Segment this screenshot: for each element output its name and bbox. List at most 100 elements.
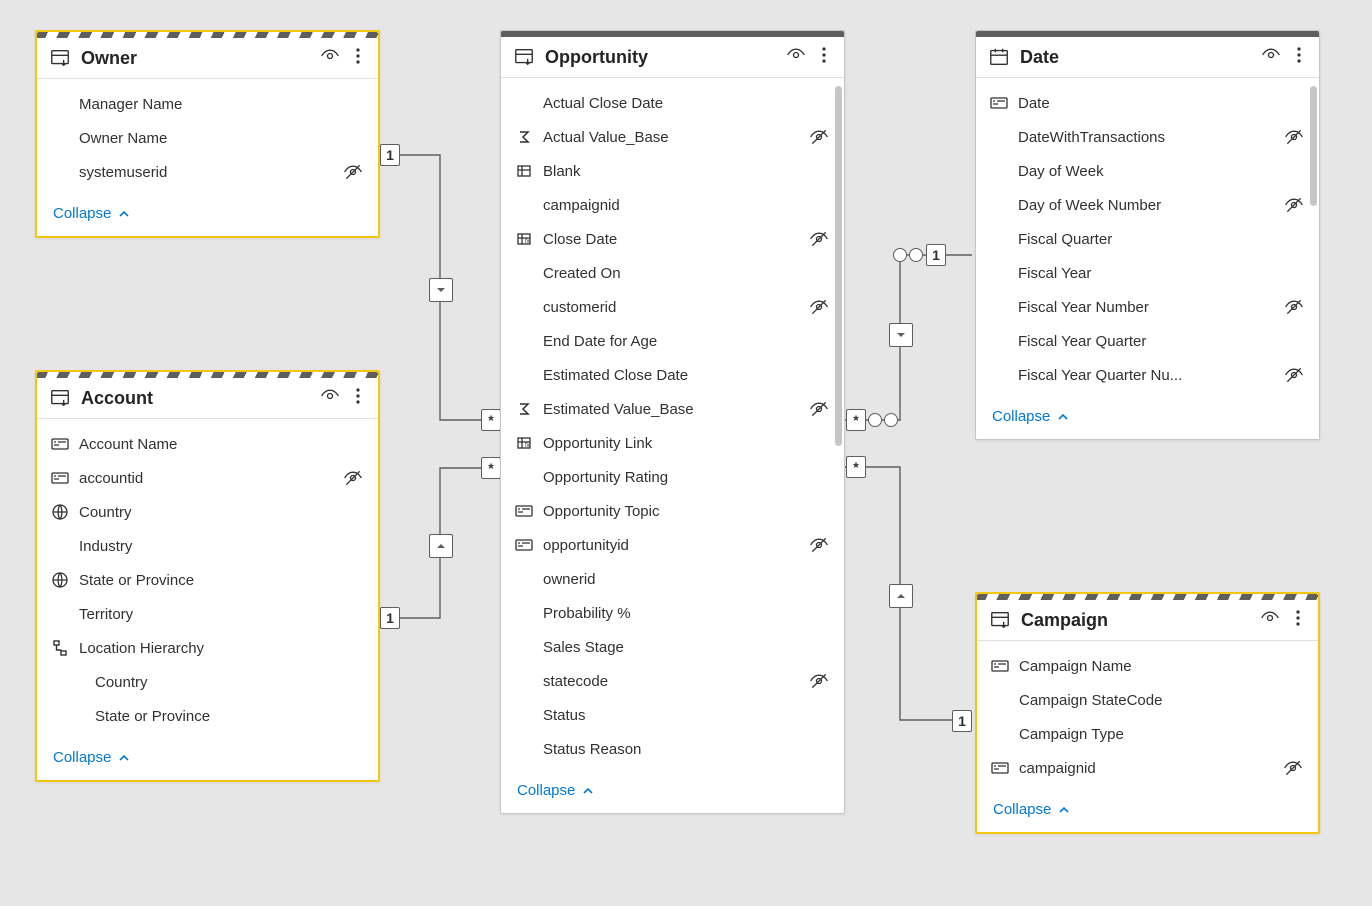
collapse-button[interactable]: Collapse: [977, 791, 1318, 832]
table-icon: [989, 609, 1011, 631]
field-row[interactable]: Campaign StateCode: [977, 683, 1318, 717]
field-name: Fiscal Year Quarter Nu...: [1018, 367, 1273, 384]
key-icon: [515, 504, 533, 518]
field-row[interactable]: Actual Close Date: [501, 86, 844, 120]
table-opportunity[interactable]: Opportunity Actual Close DateActual Valu…: [500, 30, 845, 814]
table-date[interactable]: Date DateDateWithTransactionsDay of Week…: [975, 30, 1320, 440]
field-row[interactable]: accountid: [37, 461, 378, 495]
table-header[interactable]: Date: [976, 37, 1319, 78]
collapse-button[interactable]: Collapse: [976, 398, 1319, 439]
field-name: Account Name: [79, 436, 332, 453]
field-name: Probability %: [543, 605, 798, 622]
field-row[interactable]: Location Hierarchy: [37, 631, 378, 665]
visibility-icon[interactable]: [320, 46, 340, 70]
more-options-icon[interactable]: [350, 46, 366, 70]
more-options-icon[interactable]: [816, 45, 832, 69]
visibility-icon[interactable]: [320, 386, 340, 410]
field-row[interactable]: campaignid: [977, 751, 1318, 785]
cardinality-many: *: [846, 409, 866, 431]
globe-icon: [51, 503, 69, 521]
field-row[interactable]: Manager Name: [37, 87, 378, 121]
hidden-indicator: [808, 535, 830, 555]
field-row[interactable]: DateWithTransactions: [976, 120, 1319, 154]
field-row[interactable]: End Date for Age: [501, 324, 844, 358]
field-row[interactable]: opportunityid: [501, 528, 844, 562]
field-row[interactable]: Created On: [501, 256, 844, 290]
more-options-icon[interactable]: [1291, 45, 1307, 69]
table-header[interactable]: Campaign: [977, 600, 1318, 641]
table-header[interactable]: Opportunity: [501, 37, 844, 78]
collapse-button[interactable]: Collapse: [37, 739, 378, 780]
more-options-icon[interactable]: [1290, 608, 1306, 632]
hidden-indicator: [1283, 195, 1305, 215]
field-row[interactable]: Opportunity Rating: [501, 460, 844, 494]
field-row[interactable]: State or Province: [37, 699, 378, 733]
field-row[interactable]: Fiscal Year Quarter: [976, 324, 1319, 358]
chevron-up-icon: [1056, 410, 1070, 424]
hidden-indicator: [808, 127, 830, 147]
table-account[interactable]: Account Account Name accountid Country I…: [35, 370, 380, 782]
field-name: accountid: [79, 470, 332, 487]
visibility-icon[interactable]: [1261, 45, 1281, 69]
field-row[interactable]: Fiscal Year Number: [976, 290, 1319, 324]
field-row[interactable]: Fiscal Quarter: [976, 222, 1319, 256]
field-name: statecode: [543, 673, 798, 690]
field-row[interactable]: Status Reason: [501, 732, 844, 766]
field-row[interactable]: Owner Name: [37, 121, 378, 155]
field-row[interactable]: Estimated Value_Base: [501, 392, 844, 426]
field-row[interactable]: State or Province: [37, 563, 378, 597]
field-row[interactable]: Status: [501, 698, 844, 732]
field-name: Opportunity Topic: [543, 503, 798, 520]
collapse-button[interactable]: Collapse: [501, 772, 844, 813]
field-row[interactable]: statecode: [501, 664, 844, 698]
field-row[interactable]: systemuserid: [37, 155, 378, 189]
hidden-icon: [343, 162, 363, 182]
filter-direction-icon: [889, 323, 913, 347]
visibility-icon[interactable]: [786, 45, 806, 69]
more-options-icon[interactable]: [350, 386, 366, 410]
calc-icon: fx: [515, 231, 533, 247]
field-row[interactable]: Industry: [37, 529, 378, 563]
field-row[interactable]: Account Name: [37, 427, 378, 461]
field-row[interactable]: Territory: [37, 597, 378, 631]
field-row[interactable]: Actual Value_Base: [501, 120, 844, 154]
field-row[interactable]: Day of Week Number: [976, 188, 1319, 222]
field-row[interactable]: ownerid: [501, 562, 844, 596]
field-name: Fiscal Year Number: [1018, 299, 1273, 316]
table-header[interactable]: Owner: [37, 38, 378, 79]
table-campaign[interactable]: Campaign Campaign Name Campaign StateCode…: [975, 592, 1320, 834]
scrollbar[interactable]: [835, 86, 842, 446]
field-row[interactable]: Blank: [501, 154, 844, 188]
field-row[interactable]: Date: [976, 86, 1319, 120]
visibility-icon[interactable]: [1260, 608, 1280, 632]
field-name: Campaign StateCode: [1019, 692, 1272, 709]
table-owner[interactable]: Owner Manager Name Owner Name systemuser…: [35, 30, 380, 238]
table-header[interactable]: Account: [37, 378, 378, 419]
field-row[interactable]: Day of Week: [976, 154, 1319, 188]
field-name: Fiscal Quarter: [1018, 231, 1273, 248]
globe-icon: [51, 571, 69, 589]
field-row[interactable]: Fiscal Year: [976, 256, 1319, 290]
field-row[interactable]: Country: [37, 665, 378, 699]
field-name: systemuserid: [79, 164, 332, 181]
field-row[interactable]: Opportunity Topic: [501, 494, 844, 528]
field-row[interactable]: Probability %: [501, 596, 844, 630]
field-row[interactable]: Campaign Type: [977, 717, 1318, 751]
field-row[interactable]: Country: [37, 495, 378, 529]
field-row[interactable]: customerid: [501, 290, 844, 324]
field-row[interactable]: Estimated Close Date: [501, 358, 844, 392]
field-name: Created On: [543, 265, 798, 282]
scrollbar[interactable]: [1310, 86, 1317, 206]
field-row[interactable]: Fiscal Year Quarter Nu...: [976, 358, 1319, 392]
field-name: Status: [543, 707, 798, 724]
field-row[interactable]: fxOpportunity Link: [501, 426, 844, 460]
table-title: Campaign: [1021, 610, 1250, 631]
field-row[interactable]: fxClose Date: [501, 222, 844, 256]
field-row[interactable]: campaignid: [501, 188, 844, 222]
collapse-button[interactable]: Collapse: [37, 195, 378, 236]
field-row[interactable]: Campaign Name: [977, 649, 1318, 683]
field-name: Territory: [79, 606, 332, 623]
field-row[interactable]: Sales Stage: [501, 630, 844, 664]
field-name: campaignid: [543, 197, 798, 214]
field-list: Manager Name Owner Name systemuserid: [37, 79, 378, 195]
